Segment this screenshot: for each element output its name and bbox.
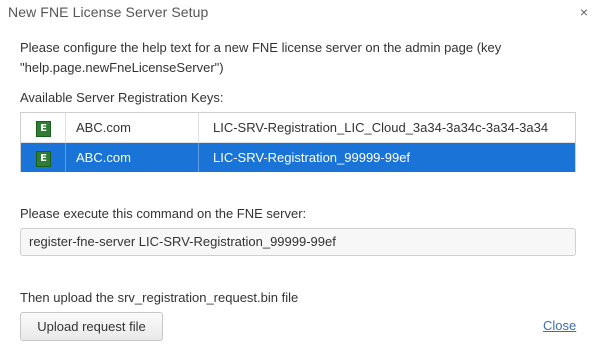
- upload-request-file-button[interactable]: Upload request file: [20, 312, 163, 341]
- intro-text: Please configure the help text for a new…: [20, 38, 580, 78]
- registration-keys-table: E ABC.com LIC-SRV-Registration_LIC_Cloud…: [20, 112, 576, 172]
- entitlement-icon: E: [36, 121, 51, 137]
- keys-label: Available Server Registration Keys:: [20, 90, 224, 105]
- close-link[interactable]: Close: [543, 318, 576, 333]
- intro-line-2: "help.page.newFneLicenseServer"): [20, 60, 224, 75]
- registration-key-cell: LIC-SRV-Registration_99999-99ef: [198, 143, 575, 172]
- entitlement-icon: E: [36, 151, 51, 167]
- registration-key-cell: LIC-SRV-Registration_LIC_Cloud_3a34-3a34…: [198, 113, 575, 142]
- table-row-selected[interactable]: E ABC.com LIC-SRV-Registration_99999-99e…: [21, 143, 575, 172]
- icon-cell: E: [21, 143, 65, 172]
- organization-cell: ABC.com: [65, 143, 198, 172]
- close-icon[interactable]: ×: [577, 4, 591, 20]
- table-row[interactable]: E ABC.com LIC-SRV-Registration_LIC_Cloud…: [21, 113, 575, 143]
- command-label: Please execute this command on the FNE s…: [20, 206, 307, 221]
- license-server-setup-dialog: New FNE License Server Setup × Please co…: [0, 0, 608, 360]
- organization-cell: ABC.com: [65, 113, 198, 142]
- icon-cell: E: [21, 113, 65, 142]
- dialog-title: New FNE License Server Setup: [8, 4, 209, 20]
- intro-line-1: Please configure the help text for a new…: [20, 40, 502, 55]
- upload-label: Then upload the srv_registration_request…: [20, 290, 299, 305]
- command-field[interactable]: register-fne-server LIC-SRV-Registration…: [20, 228, 576, 256]
